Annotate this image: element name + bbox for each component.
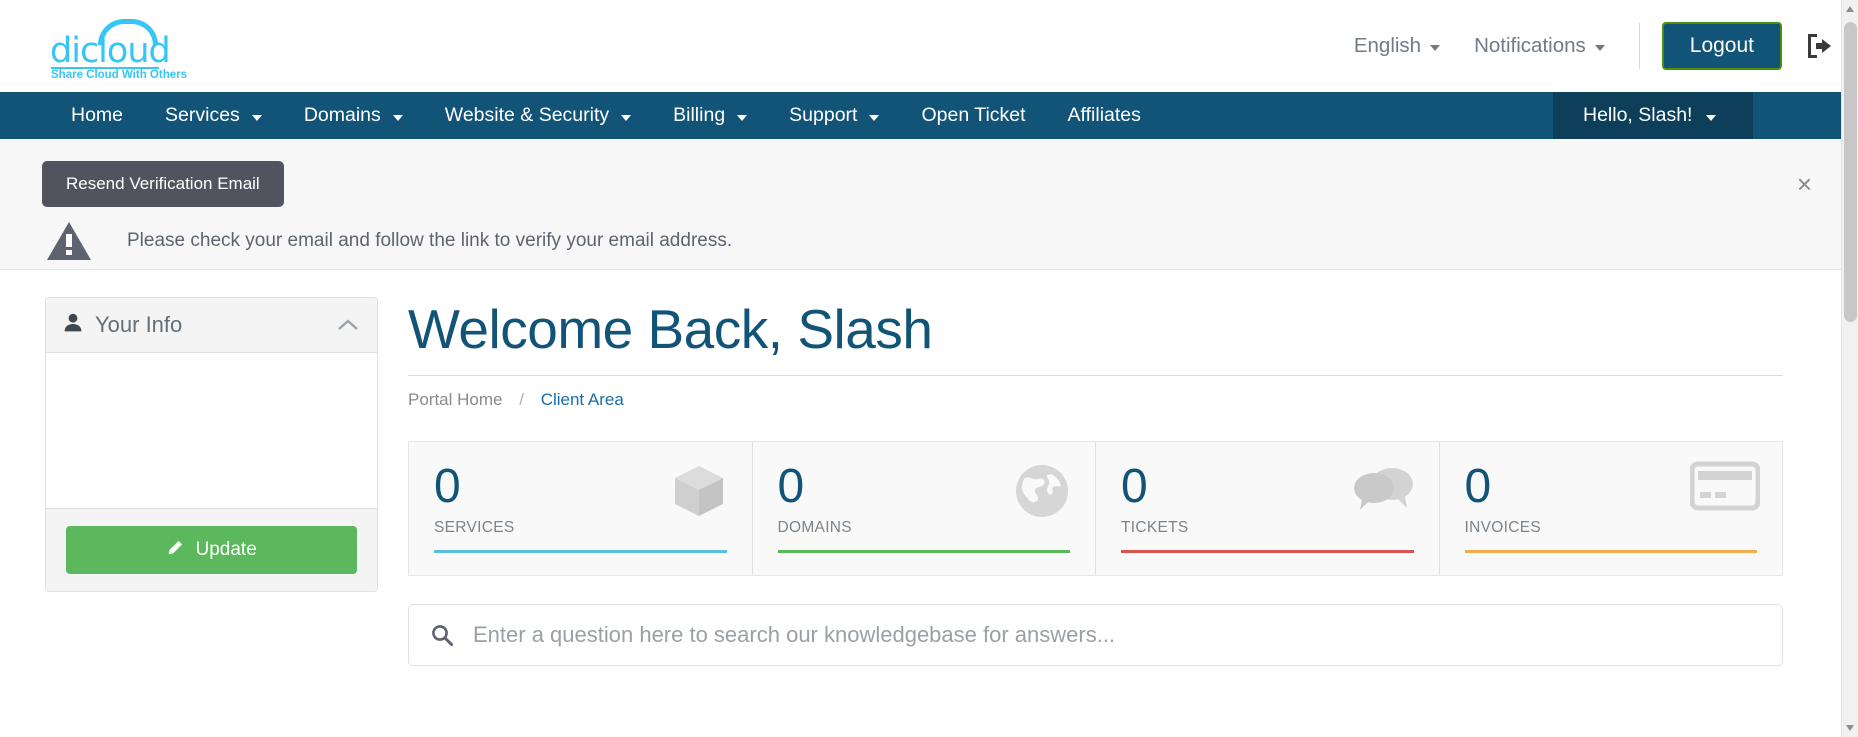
- brand-logo[interactable]: dicloud Share Cloud With Others: [50, 17, 187, 81]
- update-button[interactable]: Update: [66, 526, 357, 574]
- nav-item-label: Home: [71, 104, 124, 126]
- alert-message: Please check your email and follow the l…: [127, 230, 733, 251]
- chevron-down-icon: [1594, 45, 1605, 51]
- chevron-down-icon: [621, 114, 632, 121]
- notifications-menu[interactable]: Notifications: [1474, 34, 1605, 58]
- stat-underline: [434, 550, 727, 553]
- top-bar-right: English Notifications Logout: [1354, 0, 1846, 92]
- stat-card-services[interactable]: 0 SERVICES: [409, 442, 753, 575]
- comments-icon: [1351, 460, 1417, 521]
- chevron-down-icon: [251, 114, 262, 121]
- breadcrumb-item-client-area[interactable]: Client Area: [541, 390, 624, 409]
- stat-underline: [777, 550, 1070, 553]
- page-title: Welcome Back, Slash: [408, 298, 933, 360]
- breadcrumb: Portal Home / Client Area: [408, 376, 1783, 410]
- alert-message-row: Please check your email and follow the l…: [42, 219, 1808, 263]
- main-column: Welcome Back, Slash Portal Home / Client…: [408, 297, 1858, 666]
- nav-item-home[interactable]: Home: [50, 92, 144, 139]
- search-input[interactable]: [471, 621, 1760, 649]
- nav-item-label: Open Ticket: [921, 104, 1026, 126]
- globe-icon: [1011, 460, 1073, 527]
- user-icon: [64, 313, 82, 337]
- nav-user-label: Hello, Slash!: [1583, 104, 1693, 126]
- stat-label: TICKETS: [1121, 518, 1189, 536]
- nav-item-label: Services: [165, 104, 240, 126]
- your-info-panel-header: Your Info: [46, 298, 377, 353]
- logout-button[interactable]: Logout: [1661, 22, 1782, 70]
- brand-name: dicloud: [50, 31, 171, 71]
- resend-verification-email-button[interactable]: Resend Verification Email: [42, 161, 284, 207]
- scroll-up-icon[interactable]: [1846, 6, 1854, 12]
- nav-item-services[interactable]: Services: [144, 92, 283, 139]
- nav-item-billing[interactable]: Billing: [652, 92, 768, 139]
- chevron-up-icon[interactable]: [337, 318, 359, 332]
- divider: [1638, 23, 1640, 69]
- breadcrumb-separator: /: [519, 390, 524, 409]
- breadcrumb-item-portal-home[interactable]: Portal Home: [408, 390, 502, 409]
- page-content: Your Info Update Welcome Back, Slash Por…: [0, 270, 1858, 666]
- stat-card-domains[interactable]: 0 DOMAINS: [753, 442, 1096, 575]
- nav-item-open-ticket[interactable]: Open Ticket: [900, 92, 1046, 139]
- stat-underline: [1121, 550, 1414, 553]
- top-bar: dicloud Share Cloud With Others English …: [0, 0, 1858, 92]
- main-navigation: Home Services Domains Website & Security…: [0, 92, 1858, 139]
- scrollbar-thumb[interactable]: [1844, 22, 1857, 322]
- chevron-down-icon: [1706, 114, 1717, 121]
- stat-underline: [1464, 550, 1757, 553]
- search-icon: [431, 624, 453, 646]
- chevron-down-icon: [869, 114, 880, 121]
- your-info-panel-title: Your Info: [95, 312, 183, 337]
- nav-item-label: Domains: [303, 104, 381, 126]
- stat-label: INVOICES: [1464, 518, 1541, 536]
- update-button-label: Update: [195, 539, 257, 560]
- stat-card-invoices[interactable]: 0 INVOICES: [1440, 442, 1783, 575]
- nav-item-website-security[interactable]: Website & Security: [424, 92, 652, 139]
- sign-out-icon[interactable]: [1804, 31, 1838, 61]
- nav-item-domains[interactable]: Domains: [283, 92, 424, 139]
- your-info-panel-footer: Update: [46, 508, 377, 591]
- nav-items: Home Services Domains Website & Security…: [0, 92, 1162, 139]
- pencil-icon: [166, 539, 188, 560]
- nav-item-label: Website & Security: [444, 104, 610, 126]
- sidebar: Your Info Update: [45, 297, 378, 666]
- language-selector-label: English: [1353, 34, 1422, 57]
- notifications-menu-label: Notifications: [1474, 34, 1586, 57]
- nav-user-menu[interactable]: Hello, Slash!: [1553, 92, 1753, 139]
- email-verification-alert: Resend Verification Email Please check y…: [0, 139, 1858, 270]
- chevron-down-icon: [737, 114, 748, 121]
- nav-item-label: Affiliates: [1067, 104, 1141, 126]
- brand-tagline: Share Cloud With Others: [51, 69, 187, 81]
- box-icon: [668, 460, 730, 527]
- nav-item-label: Support: [789, 104, 858, 126]
- stat-card-tickets[interactable]: 0 TICKETS: [1096, 442, 1440, 575]
- language-selector[interactable]: English: [1353, 34, 1441, 58]
- chevron-down-icon: [1430, 45, 1441, 51]
- nav-item-affiliates[interactable]: Affiliates: [1047, 92, 1162, 139]
- nav-item-support[interactable]: Support: [768, 92, 900, 139]
- page-scrollbar[interactable]: [1841, 0, 1858, 737]
- nav-item-label: Billing: [673, 104, 726, 126]
- your-info-panel: Your Info Update: [45, 297, 378, 592]
- close-icon[interactable]: ×: [1797, 171, 1812, 197]
- your-info-panel-body: [46, 353, 377, 508]
- knowledgebase-search[interactable]: [408, 604, 1783, 666]
- credit-card-icon: [1689, 460, 1761, 517]
- chevron-down-icon: [392, 114, 403, 121]
- warning-triangle-icon: [45, 219, 93, 263]
- stats-row: 0 SERVICES 0 DOMAINS 0 TICKETS 0 INVOICE…: [408, 441, 1783, 576]
- scroll-down-icon[interactable]: [1846, 725, 1854, 731]
